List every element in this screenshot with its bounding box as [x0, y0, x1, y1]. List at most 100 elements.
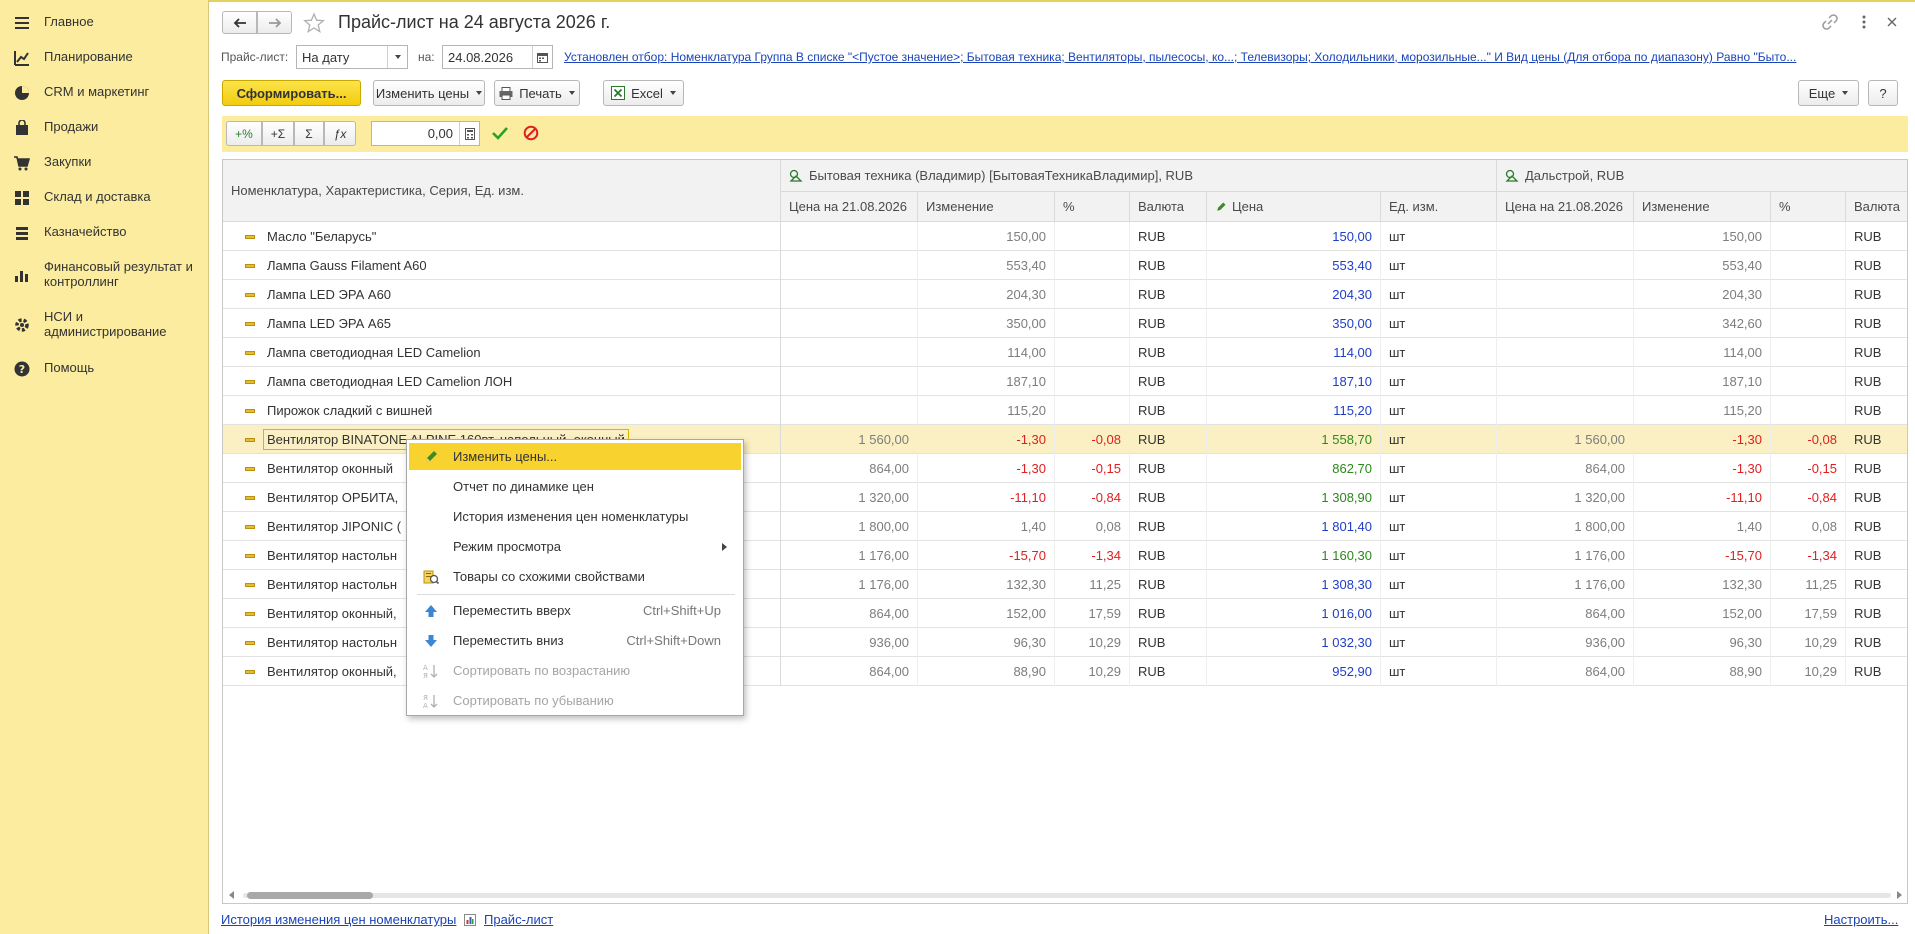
- cancel-icon[interactable]: [523, 125, 539, 141]
- column-header-old-price-2[interactable]: Цена на 21.08.2026: [1497, 192, 1634, 222]
- cell-percent[interactable]: -0,08: [1055, 425, 1130, 454]
- horizontal-scrollbar[interactable]: [223, 887, 1907, 903]
- cell-name[interactable]: Масло "Беларусь": [223, 222, 781, 251]
- table-row[interactable]: Масло "Беларусь" 150,00 RUB 150,00 шт 150,00 R…: [223, 222, 1907, 251]
- cell-unit[interactable]: шт: [1381, 541, 1497, 570]
- cell-unit[interactable]: шт: [1381, 628, 1497, 657]
- cell-currency[interactable]: RUB: [1130, 628, 1207, 657]
- column-header-change[interactable]: Изменение: [918, 192, 1055, 222]
- cell-change[interactable]: 150,00: [918, 222, 1055, 251]
- cell-currency[interactable]: RUB: [1130, 425, 1207, 454]
- cell-old-price-2[interactable]: 1 176,00: [1497, 570, 1634, 599]
- cell-unit[interactable]: шт: [1381, 425, 1497, 454]
- cell-currency[interactable]: RUB: [1130, 483, 1207, 512]
- cell-old-price[interactable]: [781, 222, 918, 251]
- pricelist-link[interactable]: Прайс-лист: [484, 912, 553, 927]
- cell-old-price[interactable]: 864,00: [781, 454, 918, 483]
- forward-button[interactable]: [257, 11, 292, 34]
- cell-change-2[interactable]: -11,10: [1634, 483, 1771, 512]
- cell-change[interactable]: -1,30: [918, 425, 1055, 454]
- cell-old-price-2[interactable]: 936,00: [1497, 628, 1634, 657]
- table-row[interactable]: Лампа Gauss Filament A60 553,40 RUB 553,40 ш…: [223, 251, 1907, 280]
- dropdown-arrow-icon[interactable]: [387, 46, 407, 68]
- cell-unit[interactable]: шт: [1381, 657, 1497, 686]
- cell-change-2[interactable]: -15,70: [1634, 541, 1771, 570]
- column-header-percent[interactable]: %: [1055, 192, 1130, 222]
- cell-currency[interactable]: RUB: [1130, 512, 1207, 541]
- cell-change-2[interactable]: 132,30: [1634, 570, 1771, 599]
- cell-old-price-2[interactable]: [1497, 396, 1634, 425]
- sidebar-item-help[interactable]: ? Помощь: [0, 360, 104, 377]
- cell-change-2[interactable]: 187,10: [1634, 367, 1771, 396]
- cell-currency-2[interactable]: RUB: [1846, 541, 1907, 570]
- table-row[interactable]: Пирожок сладкий с вишней 115,20 RUB 115,20 ш…: [223, 396, 1907, 425]
- menu-item-move-up[interactable]: Переместить вверх Ctrl+Shift+Up: [409, 597, 741, 624]
- cell-change[interactable]: -11,10: [918, 483, 1055, 512]
- cell-old-price[interactable]: 864,00: [781, 657, 918, 686]
- menu-item-move-down[interactable]: Переместить вниз Ctrl+Shift+Down: [409, 627, 741, 654]
- column-header-old-price[interactable]: Цена на 21.08.2026: [781, 192, 918, 222]
- cell-currency-2[interactable]: RUB: [1846, 483, 1907, 512]
- cell-currency[interactable]: RUB: [1130, 396, 1207, 425]
- cell-percent-2[interactable]: 10,29: [1771, 657, 1846, 686]
- column-header-currency[interactable]: Валюта: [1130, 192, 1207, 222]
- cell-price[interactable]: 1 160,30: [1207, 541, 1381, 570]
- cell-change[interactable]: 553,40: [918, 251, 1055, 280]
- cell-percent-2[interactable]: -0,15: [1771, 454, 1846, 483]
- cell-price[interactable]: 1 032,30: [1207, 628, 1381, 657]
- cell-currency-2[interactable]: RUB: [1846, 628, 1907, 657]
- cell-currency-2[interactable]: RUB: [1846, 599, 1907, 628]
- cell-price[interactable]: 187,10: [1207, 367, 1381, 396]
- cell-unit[interactable]: шт: [1381, 570, 1497, 599]
- sum-button[interactable]: Σ: [294, 121, 324, 146]
- cell-change[interactable]: -1,30: [918, 454, 1055, 483]
- cell-unit[interactable]: шт: [1381, 338, 1497, 367]
- column-header-unit[interactable]: Ед. изм.: [1381, 192, 1497, 222]
- cell-percent[interactable]: -0,15: [1055, 454, 1130, 483]
- scroll-thumb[interactable]: [247, 892, 373, 899]
- cell-unit[interactable]: шт: [1381, 367, 1497, 396]
- cell-change-2[interactable]: 115,20: [1634, 396, 1771, 425]
- calculator-icon[interactable]: [459, 122, 479, 145]
- menu-item-price-history[interactable]: История изменения цен номенклатуры: [409, 503, 741, 530]
- cell-old-price-2[interactable]: 1 560,00: [1497, 425, 1634, 454]
- cell-change-2[interactable]: 553,40: [1634, 251, 1771, 280]
- cell-percent-2[interactable]: [1771, 367, 1846, 396]
- cell-change-2[interactable]: 342,60: [1634, 309, 1771, 338]
- cell-currency-2[interactable]: RUB: [1846, 657, 1907, 686]
- cell-percent-2[interactable]: 10,29: [1771, 628, 1846, 657]
- cell-change-2[interactable]: 150,00: [1634, 222, 1771, 251]
- cell-old-price[interactable]: 864,00: [781, 599, 918, 628]
- date-field[interactable]: 24.08.2026: [442, 45, 553, 69]
- value-input[interactable]: 0,00: [371, 121, 480, 146]
- cell-currency-2[interactable]: RUB: [1846, 280, 1907, 309]
- sidebar-item-crm[interactable]: CRM и маркетинг: [0, 84, 159, 101]
- cell-currency-2[interactable]: RUB: [1846, 309, 1907, 338]
- cell-name[interactable]: Лампа Gauss Filament A60: [223, 251, 781, 280]
- sidebar-item-sales[interactable]: Продажи: [0, 119, 108, 136]
- calendar-icon[interactable]: [532, 46, 552, 68]
- cell-currency[interactable]: RUB: [1130, 251, 1207, 280]
- table-row[interactable]: Лампа LED ЭРА A65 350,00 RUB 350,00 шт 342,60…: [223, 309, 1907, 338]
- plus-sum-button[interactable]: +Σ: [262, 121, 294, 146]
- cell-old-price[interactable]: 1 800,00: [781, 512, 918, 541]
- column-header-change-2[interactable]: Изменение: [1634, 192, 1771, 222]
- cell-percent-2[interactable]: -0,08: [1771, 425, 1846, 454]
- cell-unit[interactable]: шт: [1381, 396, 1497, 425]
- cell-currency[interactable]: RUB: [1130, 541, 1207, 570]
- column-header-percent-2[interactable]: %: [1771, 192, 1846, 222]
- cell-percent[interactable]: [1055, 251, 1130, 280]
- cell-change[interactable]: 152,00: [918, 599, 1055, 628]
- cell-currency[interactable]: RUB: [1130, 657, 1207, 686]
- cell-currency[interactable]: RUB: [1130, 570, 1207, 599]
- cell-old-price[interactable]: [781, 338, 918, 367]
- cell-old-price-2[interactable]: 864,00: [1497, 454, 1634, 483]
- cell-price[interactable]: 862,70: [1207, 454, 1381, 483]
- cell-currency[interactable]: RUB: [1130, 367, 1207, 396]
- close-icon[interactable]: [1885, 15, 1899, 29]
- column-header-currency-2[interactable]: Валюта: [1846, 192, 1907, 222]
- cell-price[interactable]: 150,00: [1207, 222, 1381, 251]
- sidebar-item-warehouse[interactable]: Склад и доставка: [0, 189, 161, 206]
- table-row[interactable]: Лампа светодиодная LED Camelion 114,00 RUB…: [223, 338, 1907, 367]
- scroll-left-icon[interactable]: [228, 891, 236, 899]
